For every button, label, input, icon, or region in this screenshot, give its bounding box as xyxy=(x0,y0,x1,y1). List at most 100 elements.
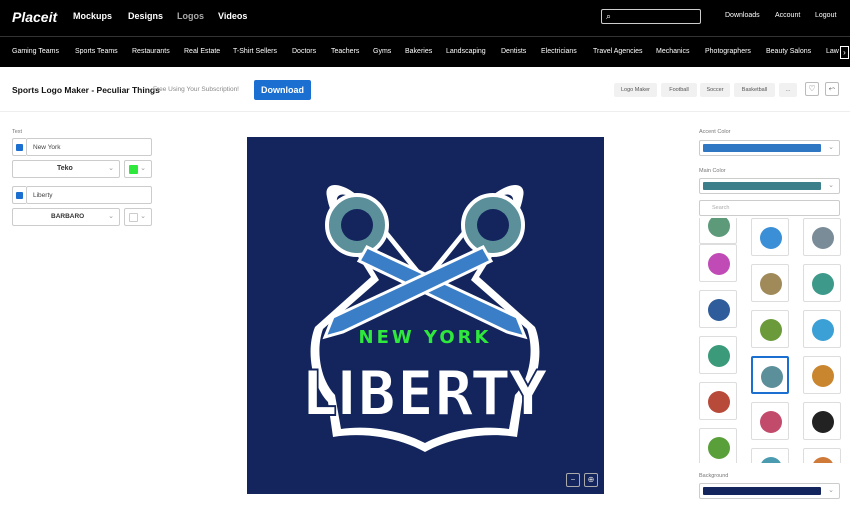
category-bar: Gaming Teams Sports Teams Restaurants Re… xyxy=(0,36,850,67)
nav-designs[interactable]: Designs xyxy=(128,11,163,21)
category-item[interactable]: Restaurants xyxy=(132,48,170,55)
search-input[interactable]: ⌕ xyxy=(601,9,701,24)
tag-chip[interactable]: Logo Maker xyxy=(614,83,657,97)
zoom-in-icon[interactable]: ⊕ xyxy=(584,473,598,487)
line1-color-select[interactable]: ⌄ xyxy=(124,160,152,178)
thumb-burger-icon[interactable] xyxy=(803,356,841,394)
editor-header: Sports Logo Maker - Peculiar Things Free… xyxy=(0,67,850,112)
nav-downloads[interactable]: Downloads xyxy=(725,12,760,19)
line2-text-input[interactable]: Liberty xyxy=(26,186,152,204)
thumb-helmet-icon[interactable] xyxy=(751,218,789,256)
thumb-fish-icon[interactable] xyxy=(751,402,789,440)
accent-color-label: Accent Color xyxy=(699,129,731,135)
icon-grid xyxy=(699,218,841,463)
accent-color-select[interactable]: ⌄ xyxy=(699,140,840,156)
heart-icon[interactable]: ♡ xyxy=(805,82,819,96)
tag-chip[interactable]: Soccer xyxy=(700,83,730,97)
line1-font-select[interactable]: Teko ⌄ xyxy=(12,160,120,178)
nav-account[interactable]: Account xyxy=(775,12,800,19)
chevron-down-icon: ⌄ xyxy=(828,182,834,189)
category-item[interactable]: Travel Agencies xyxy=(593,48,643,55)
category-item[interactable]: Gyms xyxy=(373,48,391,55)
thumb-cannon-icon[interactable] xyxy=(699,290,737,328)
category-item[interactable]: Gaming Teams xyxy=(12,48,59,55)
chevron-down-icon: ⌄ xyxy=(140,165,146,172)
category-item[interactable]: Mechanics xyxy=(656,48,689,55)
thumb-rocket-icon[interactable] xyxy=(803,310,841,348)
category-item[interactable]: Dentists xyxy=(501,48,526,55)
chevron-down-icon: ⌄ xyxy=(140,213,146,220)
chevron-down-icon: ⌄ xyxy=(828,487,834,494)
line1-text-input[interactable]: New York xyxy=(26,138,152,156)
nav-logout[interactable]: Logout xyxy=(815,12,836,19)
chevron-down-icon: ⌄ xyxy=(108,213,114,220)
nav-videos[interactable]: Videos xyxy=(218,11,247,21)
search-placeholder: Search xyxy=(712,205,730,211)
line2-font: BARBARO xyxy=(51,213,85,220)
download-button[interactable]: Download xyxy=(254,80,311,100)
logo-artwork: NEW YORK LIBERTY xyxy=(302,185,549,452)
logo-canvas[interactable]: NEW YORK LIBERTY xyxy=(247,137,604,494)
chevron-down-icon: ⌄ xyxy=(828,144,834,151)
share-icon[interactable]: ⬿ xyxy=(825,82,839,96)
search-icon: ⌕ xyxy=(606,11,612,21)
main-color-select[interactable]: ⌄ xyxy=(699,178,840,194)
thumb-jet-icon[interactable] xyxy=(751,310,789,348)
category-item[interactable]: Photographers xyxy=(705,48,751,55)
line2-checkbox[interactable] xyxy=(12,186,26,204)
category-item[interactable]: Law xyxy=(826,48,839,55)
nav-mockups[interactable]: Mockups xyxy=(73,11,112,21)
category-item[interactable]: Bakeries xyxy=(405,48,432,55)
category-item[interactable]: Sports Teams xyxy=(75,48,118,55)
thumb-pistons-icon[interactable] xyxy=(803,264,841,302)
top-navigation-bar: Placeit Mockups Designs Logos Videos ⌕ D… xyxy=(0,0,850,36)
line2-color-select[interactable]: ⌄ xyxy=(124,208,152,226)
subscription-note: Free Using Your Subscription! xyxy=(153,86,239,93)
thumb-top-hat-icon[interactable] xyxy=(803,402,841,440)
thumb-pickle-icon[interactable] xyxy=(699,428,737,463)
background-color-select[interactable]: ⌄ xyxy=(699,483,840,499)
main-color-label: Main Color xyxy=(699,168,726,174)
thumb-food-icon[interactable] xyxy=(803,448,841,463)
color-swatch xyxy=(129,165,138,174)
zoom-out-icon[interactable]: − xyxy=(566,473,580,487)
category-item[interactable]: Teachers xyxy=(331,48,359,55)
thumb-truck-icon[interactable] xyxy=(699,244,737,282)
line1-checkbox[interactable] xyxy=(12,138,26,156)
text-label: Text xyxy=(12,129,23,135)
tag-chip[interactable]: Basketball xyxy=(734,83,775,97)
main-color-swatch xyxy=(703,182,821,190)
tag-chip[interactable]: Football xyxy=(661,83,697,97)
thumb-arrow-icon[interactable] xyxy=(751,448,789,463)
category-item[interactable]: Electricians xyxy=(541,48,577,55)
logo-main-text: LIBERTY xyxy=(303,357,549,430)
thumb-hotdog-icon[interactable] xyxy=(699,382,737,420)
category-item[interactable]: T-Shirt Sellers xyxy=(233,48,277,55)
accent-color-swatch xyxy=(703,144,821,152)
page-title: Sports Logo Maker - Peculiar Things xyxy=(12,85,160,95)
chevron-right-icon[interactable]: › xyxy=(840,46,849,59)
logo-top-text: NEW YORK xyxy=(359,327,492,348)
category-item[interactable]: Real Estate xyxy=(184,48,220,55)
right-hilt-inner xyxy=(477,209,509,241)
thumb-knight-icon[interactable] xyxy=(751,264,789,302)
background-label: Background xyxy=(699,473,729,479)
thumb-car-icon[interactable] xyxy=(699,218,737,244)
line2-value: Liberty xyxy=(33,192,53,199)
left-hilt-inner xyxy=(341,209,373,241)
thumb-swords-icon[interactable] xyxy=(751,356,789,394)
category-item[interactable]: Doctors xyxy=(292,48,316,55)
icon-search-input[interactable]: Search xyxy=(699,200,840,216)
background-color-swatch xyxy=(703,487,821,495)
category-item[interactable]: Beauty Salons xyxy=(766,48,811,55)
chevron-down-icon: ⌄ xyxy=(108,165,114,172)
tag-chip[interactable]: ... xyxy=(779,83,797,97)
thumb-bell-icon[interactable] xyxy=(803,218,841,256)
line1-font: Teko xyxy=(57,165,73,172)
line2-font-select[interactable]: BARBARO ⌄ xyxy=(12,208,120,226)
nav-logos[interactable]: Logos xyxy=(177,11,204,21)
placeit-logo[interactable]: Placeit xyxy=(12,9,57,25)
color-swatch xyxy=(129,213,138,222)
thumb-gear-icon[interactable] xyxy=(699,336,737,374)
category-item[interactable]: Landscaping xyxy=(446,48,486,55)
